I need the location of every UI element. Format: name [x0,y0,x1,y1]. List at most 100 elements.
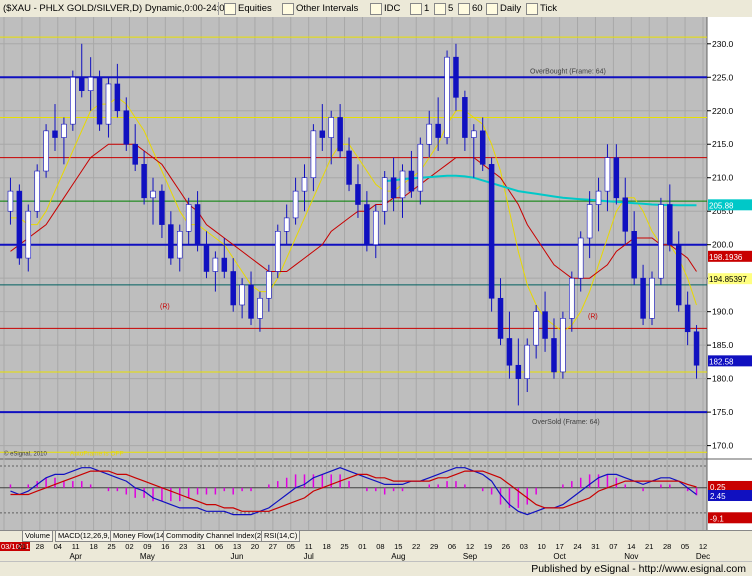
x-tick-label: 31 [591,542,599,551]
candle-body [239,284,245,306]
tab-rsi[interactable]: RSI(14,C) [261,531,301,542]
candle-body [417,143,424,192]
equities-folder-icon [224,3,236,15]
interval-box-icon [486,3,498,15]
candle-body [426,123,432,145]
interval-5-button[interactable]: 5 [448,2,453,15]
symbol-label[interactable]: ($XAU - PHLX GOLD/SILVER,D) Dynamic,0:00… [3,2,230,15]
month-label: Apr [69,552,82,561]
published-by-text: Published by eSignal - http://www.esigna… [531,563,746,575]
candle-body [479,130,486,165]
candle-body [78,76,85,91]
candle-body [194,204,201,245]
x-tick-label: 21 [645,542,653,551]
candle-body [283,217,290,232]
candle-body [595,190,602,205]
price-chart[interactable]: OverBought (Frame: 64) OverSold (Frame: 6… [0,17,752,561]
x-tick-label: 01 [358,542,366,551]
tab-volume[interactable]: Volume [22,531,54,542]
x-tick-label: 28 [663,542,671,551]
candle-body [168,224,174,259]
x-tick-label: 07 [609,542,617,551]
candle-body [266,271,272,299]
candle-body [658,204,664,279]
other-intervals-button[interactable]: Other Intervals [296,2,358,15]
daily-button[interactable]: Daily [500,2,521,15]
candle-body [52,130,58,138]
x-tick-label: 04 [54,542,62,551]
macd-label-text: -9.1 [710,514,724,523]
price-label-text: 182.58 [709,357,734,366]
candle-body [61,123,67,138]
candle-body [319,130,326,138]
candle-body [693,331,700,366]
candle-body [390,177,397,199]
x-tick-label: 09 [143,542,151,551]
candle-body [667,204,673,245]
x-tick-label: 24 [573,542,581,551]
overbought-label: OverBought (Frame: 64) [530,68,606,75]
price-label-text: 194.85397 [709,275,747,284]
x-tick-label: 29 [430,542,438,551]
y-tick-label: 190.0 [712,307,734,317]
x-tick-label: 18 [89,542,97,551]
month-label: Jul [304,552,314,561]
candle-body [275,231,281,272]
candle-body [488,164,495,299]
candle-body [212,257,219,272]
y-tick-label: 210.0 [712,173,734,183]
toolbar: ($XAU - PHLX GOLD/SILVER,D) Dynamic,0:00… [0,0,752,18]
candle-body [301,177,308,192]
tab-money-flow[interactable]: Money Flow(14) [110,531,170,542]
month-label: Nov [624,552,638,561]
x-tick-label: 15 [394,542,402,551]
idc-button[interactable]: IDC [384,2,400,15]
candle-body [328,117,334,138]
candle-body [399,170,406,199]
interval-1-button[interactable]: 1 [424,2,429,15]
candle-body [310,130,317,179]
y-tick-label: 220.0 [712,106,734,116]
macd-label-text: 2.45 [710,492,726,501]
x-tick-label: 05 [681,542,689,551]
candle-body [34,170,40,212]
interval-60-button[interactable]: 60 [472,2,483,15]
candle-body [159,190,165,225]
x-tick-label: 10 [538,542,546,551]
indicator-tabs: Volume MACD(12,26,9,C) Money Flow(14) Co… [0,530,752,542]
x-tick-label: 05 [287,542,295,551]
intervals-folder-icon [282,3,294,15]
x-tick-label: 25 [107,542,115,551]
y-tick-label: 230.0 [712,39,734,49]
candle-body [150,190,156,199]
y-tick-label: 215.0 [712,139,734,149]
candle-body [105,83,112,125]
x-tick-label: 17 [555,542,563,551]
candle-body [684,304,691,333]
oversold-label: OverSold (Frame: 64) [532,419,600,426]
candle-body [506,338,513,366]
candle-body [337,117,343,152]
copyright-label: © eSignal, 2010 [4,450,47,457]
x-tick-label: 13 [233,542,241,551]
month-label: Jun [231,552,244,561]
tick-button[interactable]: Tick [540,2,557,15]
candle-body [373,210,379,245]
candle-body [560,318,566,373]
candle-body [533,311,539,346]
candle-body [292,190,299,219]
candle-body [364,204,370,245]
month-label: Sep [463,552,478,561]
autoframe-label: AutoFrame is OFF [70,450,123,457]
candle-body [114,83,121,112]
candle-body [132,143,138,165]
candle-body [230,271,236,306]
candle-body [7,190,14,212]
candle-body [586,204,593,239]
price-label-text: 205.88 [709,201,734,210]
month-label: May [140,552,155,561]
equities-button[interactable]: Equities [238,2,272,15]
x-tick-label: 20 [251,542,259,551]
candle-body [444,56,450,138]
candle-body [649,277,655,319]
